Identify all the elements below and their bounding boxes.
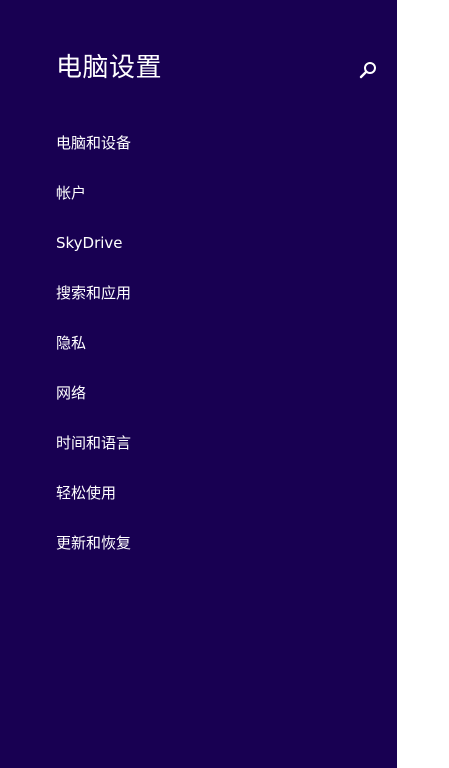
content-area xyxy=(397,0,449,768)
settings-nav: 电脑和设备 帐户 SkyDrive 搜索和应用 隐私 网络 时间和语言 轻松使用… xyxy=(56,130,131,580)
nav-item-skydrive[interactable]: SkyDrive xyxy=(56,230,131,280)
nav-item-time-and-language[interactable]: 时间和语言 xyxy=(56,430,131,480)
nav-item-update-and-recovery[interactable]: 更新和恢复 xyxy=(56,530,131,580)
settings-panel: 电脑设置 电脑和设备 帐户 SkyDrive 搜索和应用 隐私 网络 时间和语言… xyxy=(0,0,397,768)
nav-item-pc-and-devices[interactable]: 电脑和设备 xyxy=(56,130,131,180)
nav-item-accounts[interactable]: 帐户 xyxy=(56,180,131,230)
nav-item-ease-of-access[interactable]: 轻松使用 xyxy=(56,480,131,530)
search-icon xyxy=(356,58,380,82)
nav-item-search-and-apps[interactable]: 搜索和应用 xyxy=(56,280,131,330)
page-title: 电脑设置 xyxy=(56,53,163,83)
search-button[interactable] xyxy=(356,58,380,82)
nav-item-network[interactable]: 网络 xyxy=(56,380,131,430)
nav-item-privacy[interactable]: 隐私 xyxy=(56,330,131,380)
